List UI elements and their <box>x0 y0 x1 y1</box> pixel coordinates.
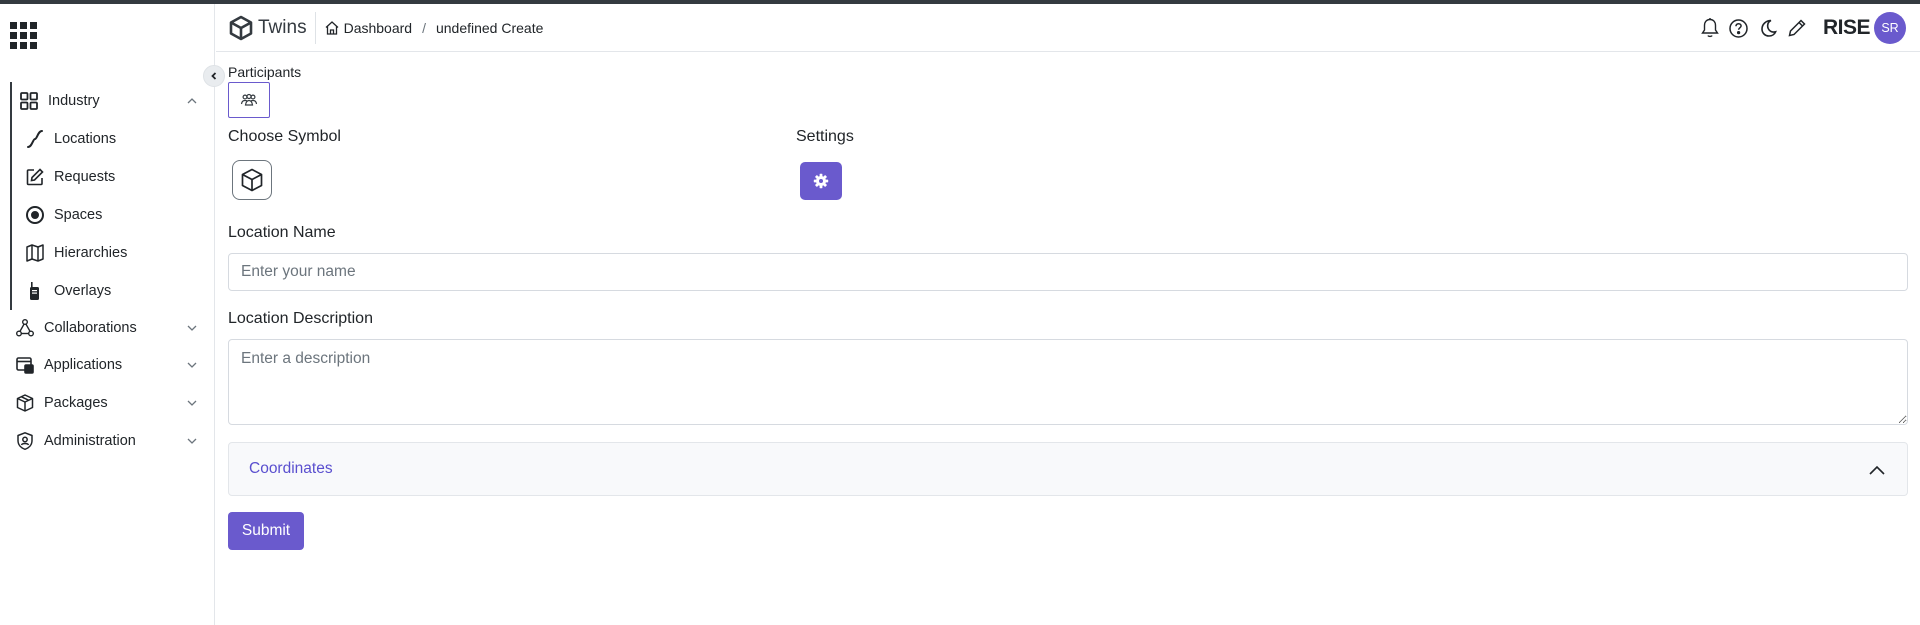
coordinates-accordion[interactable]: Coordinates <box>228 442 1908 496</box>
map-icon <box>24 242 46 264</box>
sidebar-item-label: Overlays <box>54 283 112 299</box>
breadcrumb-current: undefined Create <box>435 19 544 36</box>
sidebar: Industry Locations Requests Spaces Hiera… <box>0 4 215 625</box>
sidebar-item-administration[interactable]: Administration <box>14 422 205 460</box>
sidebar-item-label: Administration <box>44 433 136 449</box>
settings-label: Settings <box>796 128 854 145</box>
location-name-label: Location Name <box>228 224 336 241</box>
chevron-left-icon <box>211 72 217 80</box>
chevron-down-icon <box>187 438 197 444</box>
participants-label: Participants <box>228 64 302 80</box>
location-description-label: Location Description <box>228 310 373 327</box>
chevron-down-icon <box>187 325 197 331</box>
sidebar-item-requests[interactable]: Requests <box>12 158 205 196</box>
submit-button[interactable]: Submit <box>228 512 304 550</box>
avatar[interactable]: SR <box>1874 12 1906 44</box>
sidebar-item-label: Spaces <box>54 207 103 223</box>
network-icon <box>14 317 36 339</box>
edit-button[interactable] <box>1784 15 1810 41</box>
sidebar-item-label: Applications <box>44 357 123 373</box>
sidebar-item-collaborations[interactable]: Collaborations <box>14 309 205 347</box>
location-description-textarea[interactable] <box>228 339 1908 425</box>
avatar-initials: SR <box>1881 21 1899 35</box>
box-icon <box>14 392 36 414</box>
app-window-icon <box>14 354 36 376</box>
coordinates-accordion-title: Coordinates <box>249 460 333 477</box>
sidebar-item-label: Locations <box>54 131 117 147</box>
header-actions: RISE SR <box>1697 4 1920 52</box>
gear-icon <box>813 173 829 189</box>
target-icon <box>24 204 46 226</box>
breadcrumb-separator: / <box>422 19 426 36</box>
people-group-icon <box>240 93 258 106</box>
cube-icon <box>241 168 263 192</box>
brand-name: Twins <box>258 16 307 38</box>
shield-user-icon <box>14 430 36 452</box>
participants-button[interactable] <box>228 82 270 118</box>
grid-icon <box>18 90 40 112</box>
sidebar-item-label: Industry <box>48 93 100 109</box>
sidebar-item-industry[interactable]: Industry <box>12 82 205 120</box>
moon-icon <box>1761 19 1777 37</box>
location-name-input[interactable] <box>228 253 1908 291</box>
sidebar-item-hierarchies[interactable]: Hierarchies <box>12 234 205 272</box>
choose-symbol-label: Choose Symbol <box>228 128 341 145</box>
choose-symbol-button[interactable] <box>232 160 272 200</box>
help-button[interactable] <box>1726 15 1752 41</box>
home-icon <box>325 20 339 35</box>
sidebar-item-packages[interactable]: Packages <box>14 384 205 422</box>
apps-grid-icon[interactable] <box>10 22 38 50</box>
notifications-button[interactable] <box>1697 15 1723 41</box>
sidebar-group-industry: Industry Locations Requests Spaces Hiera… <box>10 82 205 310</box>
pencil-square-icon <box>24 166 46 188</box>
pencil-icon <box>1788 19 1806 37</box>
cube-logo-icon <box>229 15 253 40</box>
app-name: RISE <box>1822 16 1871 39</box>
breadcrumb: Dashboard / undefined Create <box>324 19 544 36</box>
chevron-up-icon <box>187 98 197 104</box>
breadcrumb-home-label: Dashboard <box>343 19 413 36</box>
walkie-talkie-icon <box>24 280 46 302</box>
curve-icon <box>24 128 46 150</box>
settings-button[interactable] <box>800 162 842 200</box>
breadcrumb-dashboard-link[interactable]: Dashboard <box>324 19 413 36</box>
question-circle-icon <box>1729 18 1749 38</box>
sidebar-item-label: Collaborations <box>44 320 137 336</box>
sidebar-item-applications[interactable]: Applications <box>14 346 205 384</box>
chevron-down-icon <box>187 400 197 406</box>
bell-icon <box>1701 18 1719 38</box>
chevron-down-icon <box>187 362 197 368</box>
brand-logo[interactable]: Twins <box>228 11 316 44</box>
sidebar-item-label: Packages <box>44 395 108 411</box>
sidebar-item-overlays[interactable]: Overlays <box>12 272 205 310</box>
chevron-up-icon <box>1869 465 1885 475</box>
sidebar-item-label: Hierarchies <box>54 245 128 261</box>
sidebar-collapse-button[interactable] <box>203 65 225 87</box>
top-header: Twins Dashboard / undefined Create RISE … <box>216 4 1920 52</box>
sidebar-item-label: Requests <box>54 169 116 185</box>
sidebar-item-spaces[interactable]: Spaces <box>12 196 205 234</box>
dark-mode-toggle[interactable] <box>1755 15 1781 41</box>
sidebar-item-locations[interactable]: Locations <box>12 120 205 158</box>
